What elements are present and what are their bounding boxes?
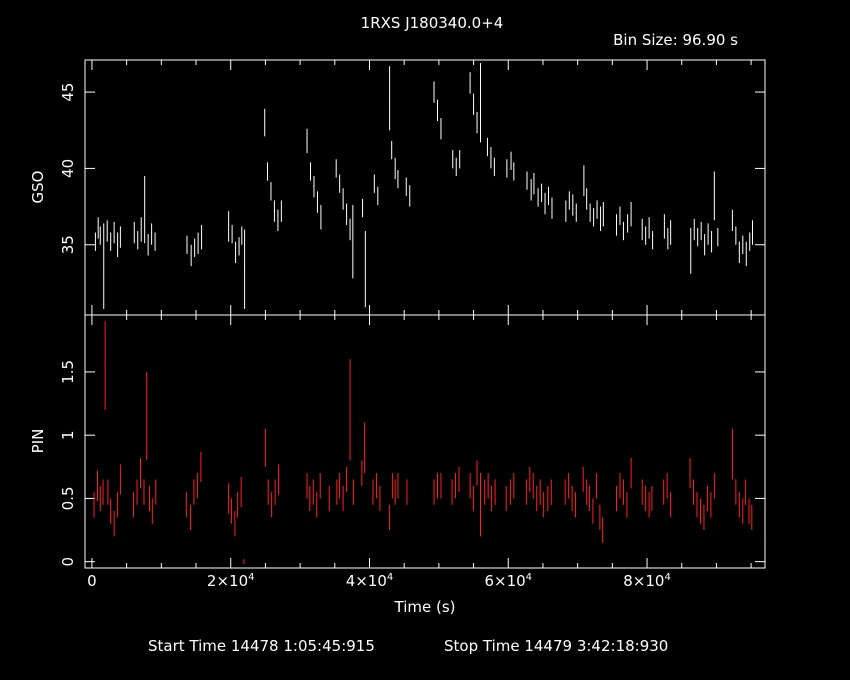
- gso-axis-label: GSO: [29, 171, 47, 204]
- pin-axis-label: PIN: [29, 429, 47, 454]
- xtick-label: 2×104: [207, 572, 255, 590]
- pin-ytick-label: 1.5: [59, 360, 77, 384]
- time-axis-label: Time (s): [394, 598, 456, 616]
- xtick-label: 0: [87, 572, 97, 590]
- gso-ytick-label: 35: [59, 235, 77, 254]
- xtick-label: 6×104: [484, 572, 532, 590]
- bin-size-label: Bin Size: 96.90 s: [613, 31, 738, 49]
- start-time-label: Start Time 14478 1:05:45:915: [148, 637, 375, 655]
- top-panel-frame: [84, 59, 766, 316]
- stop-time-label: Stop Time 14479 3:42:18:930: [444, 637, 668, 655]
- pin-ytick-label: 0.5: [59, 486, 77, 510]
- gso-ytick-label: 40: [59, 159, 77, 178]
- gso-ytick-label: 45: [59, 83, 77, 102]
- pin-ytick-label: 1: [59, 430, 77, 440]
- pin-ytick-label: 0: [59, 557, 77, 567]
- gso-series: [94, 63, 754, 309]
- bottom-panel-ticks: 0 0.5 1 1.5 0 2×104 4×104 6×104 8×104: [59, 315, 765, 590]
- xtick-label: 8×104: [623, 572, 671, 590]
- xtick-label: 4×104: [346, 572, 394, 590]
- bottom-panel-frame: [84, 314, 766, 569]
- top-panel-ticks: 35 40 45: [59, 60, 765, 315]
- chart-title: 1RXS J180340.0+4: [361, 14, 504, 32]
- light-curve-chart: 1RXS J180340.0+4 Bin Size: 96.90 s 35 40 4…: [29, 14, 766, 655]
- pin-series: [93, 321, 753, 565]
